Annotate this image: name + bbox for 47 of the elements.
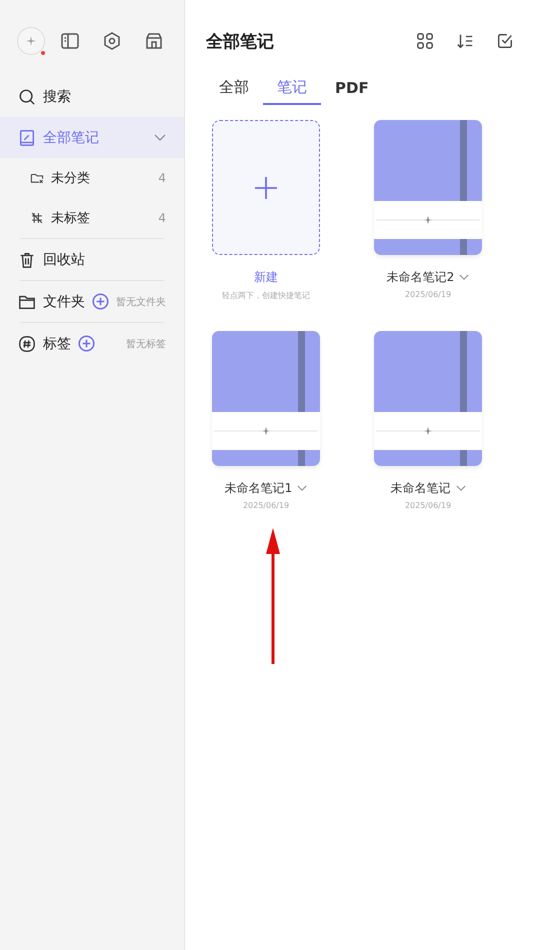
note-date: 2025/06/19 (404, 290, 452, 299)
note-date: 2025/06/19 (404, 501, 452, 510)
settings-icon[interactable] (102, 31, 122, 51)
note-date: 2025/06/19 (242, 501, 290, 510)
empty-hint: 暂无标签 (126, 338, 166, 350)
note-hint: 轻点两下，创建快捷笔记 (222, 290, 310, 301)
chevron-icon[interactable] (459, 274, 470, 281)
new-note-card[interactable] (212, 120, 320, 255)
tag-icon (18, 334, 36, 352)
store-icon[interactable] (144, 31, 164, 51)
chevron-icon[interactable] (154, 134, 166, 142)
item-count: 4 (158, 171, 166, 185)
note-title[interactable]: 未命名笔记2 (386, 269, 454, 286)
tab[interactable]: 全部 (209, 74, 263, 105)
page-title: 全部笔记 (206, 30, 274, 52)
empty-hint: 暂无文件夹 (116, 296, 166, 308)
folder-icon (30, 171, 44, 185)
sort-icon[interactable] (456, 32, 474, 50)
tab[interactable]: PDF (321, 74, 383, 105)
note-title[interactable]: 未命名笔记 (390, 480, 450, 497)
chevron-icon[interactable] (297, 485, 308, 492)
notebook-cover[interactable] (374, 331, 482, 466)
note-title[interactable]: 未命名笔记1 (224, 480, 292, 497)
select-icon[interactable] (496, 32, 514, 50)
sidebar-item[interactable]: 未标签 4 (0, 198, 184, 238)
notebook-cover[interactable] (212, 331, 320, 466)
app-logo[interactable] (17, 27, 45, 55)
notebook-icon (18, 128, 36, 146)
search-item[interactable]: 搜索 (0, 76, 184, 117)
chevron-icon[interactable] (456, 485, 466, 492)
note-title[interactable]: 新建 (254, 269, 278, 286)
sidebar-toggle-icon[interactable] (60, 31, 80, 51)
sidebar-item[interactable]: 文件夹 暂无文件夹 (0, 281, 184, 322)
sidebar-item[interactable]: 全部笔记 (0, 117, 184, 158)
add-icon[interactable] (92, 293, 109, 310)
search-icon (18, 88, 36, 106)
add-icon[interactable] (78, 335, 95, 352)
item-count: 4 (158, 211, 166, 225)
sidebar-item[interactable]: 标签 暂无标签 (0, 323, 184, 364)
notebook-cover[interactable] (374, 120, 482, 255)
grid-view-icon[interactable] (416, 32, 434, 50)
sidebar-item[interactable]: 未分类 4 (0, 158, 184, 198)
tab[interactable]: 笔记 (263, 74, 321, 105)
untagged-icon (30, 211, 44, 225)
trash-icon (18, 250, 36, 268)
plus-icon (254, 176, 278, 200)
sidebar-item[interactable]: 回收站 (0, 239, 184, 280)
